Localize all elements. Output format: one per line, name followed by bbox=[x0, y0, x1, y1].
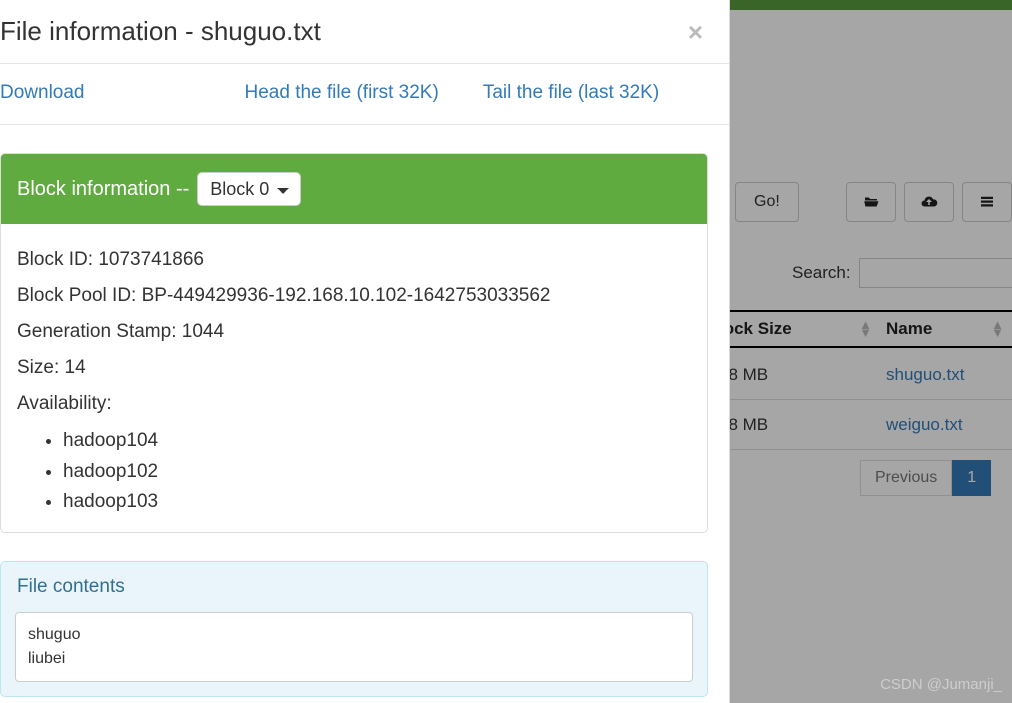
availability-list: hadoop104 hadoop102 hadoop103 bbox=[63, 426, 691, 517]
size-row: Size: 14 bbox=[17, 350, 691, 386]
block-id-row: Block ID: 1073741866 bbox=[17, 242, 691, 278]
list-item: hadoop102 bbox=[63, 457, 691, 487]
list-item: hadoop103 bbox=[63, 487, 691, 517]
block-id-label: Block ID: bbox=[17, 249, 93, 270]
tail-file-link[interactable]: Tail the file (last 32K) bbox=[483, 82, 659, 104]
head-file-link[interactable]: Head the file (first 32K) bbox=[245, 82, 439, 104]
gen-stamp-value: 1044 bbox=[182, 321, 224, 342]
gen-stamp-label: Generation Stamp: bbox=[17, 321, 176, 342]
block-info-heading: Block information -- Block 0 bbox=[1, 154, 707, 224]
file-info-modal: File information - shuguo.txt × Download… bbox=[0, 0, 730, 703]
block-pool-value: BP-449429936-192.168.10.102-164275303356… bbox=[142, 285, 551, 306]
download-link[interactable]: Download bbox=[0, 82, 85, 104]
block-pool-row: Block Pool ID: BP-449429936-192.168.10.1… bbox=[17, 278, 691, 314]
block-select[interactable]: Block 0 bbox=[197, 172, 301, 206]
availability-label: Availability: bbox=[17, 386, 691, 422]
file-contents-heading: File contents bbox=[1, 562, 707, 612]
block-id-value: 1073741866 bbox=[98, 249, 204, 270]
file-contents-text: shuguo liubei bbox=[15, 612, 693, 682]
modal-title: File information - shuguo.txt bbox=[0, 16, 680, 47]
close-icon[interactable]: × bbox=[680, 19, 711, 45]
block-info-panel: Block information -- Block 0 Block ID: 1… bbox=[0, 153, 708, 533]
block-info-heading-label: Block information -- bbox=[17, 178, 189, 201]
size-label: Size: bbox=[17, 357, 59, 378]
list-item: hadoop104 bbox=[63, 426, 691, 456]
size-value: 14 bbox=[65, 357, 86, 378]
watermark: CSDN @Jumanji_ bbox=[880, 676, 1002, 693]
modal-header: File information - shuguo.txt × bbox=[0, 0, 729, 63]
modal-action-links: Download Head the file (first 32K) Tail … bbox=[0, 63, 729, 125]
file-contents-panel: File contents shuguo liubei bbox=[0, 561, 708, 697]
gen-stamp-row: Generation Stamp: 1044 bbox=[17, 314, 691, 350]
block-pool-label: Block Pool ID: bbox=[17, 285, 136, 306]
block-info-body: Block ID: 1073741866 Block Pool ID: BP-4… bbox=[1, 224, 707, 532]
